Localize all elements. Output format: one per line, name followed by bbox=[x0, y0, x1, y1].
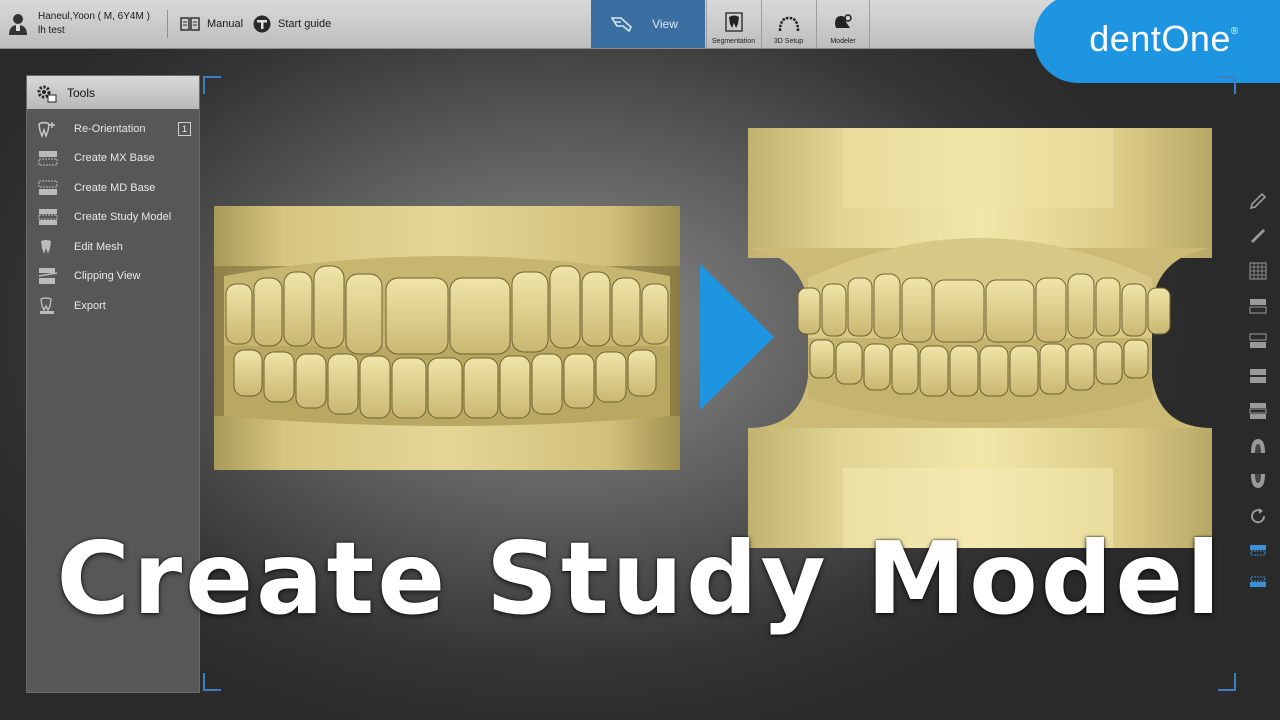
dental-model-study[interactable] bbox=[748, 128, 1212, 548]
ruler-icon bbox=[1251, 229, 1265, 243]
occlusal-lower-icon bbox=[1251, 474, 1265, 488]
tool-label: Re-Orientation bbox=[74, 122, 146, 135]
book-icon bbox=[180, 17, 200, 31]
export-icon bbox=[40, 297, 54, 314]
modeler-icon bbox=[835, 14, 852, 28]
grid-icon bbox=[1249, 262, 1267, 280]
top-bar: Haneul,Yoon ( M, 6Y4M ) lh test Manual S… bbox=[0, 0, 1280, 83]
dentone-logo: dentOne® bbox=[1034, 0, 1280, 83]
viewport-corner-tr bbox=[1218, 76, 1236, 94]
mode-tab-view[interactable]: View bbox=[591, 0, 705, 48]
viewport-corner-tl bbox=[203, 76, 221, 94]
ruler-tool-button[interactable] bbox=[1247, 225, 1269, 247]
both-arches-icon bbox=[1250, 369, 1266, 383]
video-title-caption: Create Study Model bbox=[56, 520, 1224, 637]
lower-arch-button[interactable] bbox=[1247, 330, 1269, 352]
mode-tab-label: 3D Setup bbox=[773, 38, 804, 45]
upper-arch-button[interactable] bbox=[1247, 295, 1269, 317]
tool-label: Export bbox=[74, 299, 106, 312]
dental-model-before[interactable] bbox=[214, 206, 680, 470]
grid-tool-button[interactable] bbox=[1247, 260, 1269, 282]
start-guide-label: Start guide bbox=[278, 18, 332, 30]
viewport-corner-br bbox=[1218, 673, 1236, 691]
user-avatar-icon bbox=[9, 14, 27, 35]
mx-base-icon bbox=[38, 151, 58, 166]
split-arches-button[interactable] bbox=[1247, 400, 1269, 422]
brand-logo-text: dentOne® bbox=[1089, 17, 1239, 59]
tool-edit-mesh[interactable]: Edit Mesh bbox=[27, 232, 199, 262]
tools-title: Tools bbox=[67, 85, 96, 100]
viewport-corner-bl bbox=[203, 673, 221, 691]
mode-tab-modeler[interactable]: Modeler bbox=[816, 0, 870, 48]
divider bbox=[167, 10, 168, 38]
start-guide-button[interactable]: Start guide bbox=[253, 14, 331, 34]
manual-label: Manual bbox=[207, 18, 244, 30]
tool-label: Create MX Base bbox=[74, 152, 155, 165]
mode-tab-segmentation[interactable]: Segmentation bbox=[706, 0, 760, 48]
tool-re-orientation[interactable]: Re-Orientation 1 bbox=[27, 114, 199, 144]
guide-icon bbox=[253, 15, 271, 33]
pencil-tool-button[interactable] bbox=[1247, 190, 1269, 212]
tool-label: Clipping View bbox=[74, 270, 141, 283]
view-mode-icon bbox=[610, 17, 632, 33]
clipping-view-icon bbox=[38, 268, 58, 285]
mode-tab-label: Segmentation bbox=[711, 38, 756, 45]
patient-note: lh test bbox=[38, 25, 65, 36]
study-model-icon bbox=[38, 209, 58, 226]
tool-create-mx-base[interactable]: Create MX Base bbox=[27, 144, 199, 174]
lower-arch-icon bbox=[1249, 333, 1267, 348]
tooth-reorient-icon bbox=[38, 121, 55, 138]
md-base-icon bbox=[38, 180, 58, 195]
edit-mesh-icon bbox=[41, 239, 51, 254]
patient-info: Haneul,Yoon ( M, 6Y4M ) lh test bbox=[8, 8, 150, 40]
occlusal-lower-button[interactable] bbox=[1247, 470, 1269, 492]
manual-button[interactable]: Manual bbox=[180, 14, 243, 34]
tool-clipping-view[interactable]: Clipping View bbox=[27, 262, 199, 292]
pencil-icon bbox=[1249, 192, 1267, 210]
tool-export[interactable]: Export bbox=[27, 291, 199, 321]
mode-tab-label: Modeler bbox=[830, 38, 856, 45]
split-arches-icon bbox=[1249, 403, 1267, 419]
shortcut-badge: 1 bbox=[178, 122, 191, 136]
tools-gear-icon bbox=[37, 85, 57, 102]
occlusal-upper-icon bbox=[1251, 439, 1265, 453]
patient-name: Haneul,Yoon ( M, 6Y4M ) bbox=[38, 11, 150, 22]
tool-create-study-model[interactable]: Create Study Model bbox=[27, 203, 199, 233]
tool-label: Create Study Model bbox=[74, 211, 172, 224]
tool-label: Edit Mesh bbox=[74, 240, 123, 253]
tool-label: Create MD Base bbox=[74, 181, 156, 194]
occlusal-upper-button[interactable] bbox=[1247, 435, 1269, 457]
tools-panel-header[interactable]: Tools bbox=[27, 76, 199, 109]
tooth-segment-icon bbox=[724, 12, 743, 32]
both-arches-button[interactable] bbox=[1247, 365, 1269, 387]
tool-create-md-base[interactable]: Create MD Base bbox=[27, 173, 199, 203]
upper-arch-icon bbox=[1249, 299, 1267, 314]
arch-setup-icon bbox=[778, 16, 799, 32]
mode-tab-label: View bbox=[652, 17, 678, 31]
mode-tab-3d-setup[interactable]: 3D Setup bbox=[761, 0, 815, 48]
